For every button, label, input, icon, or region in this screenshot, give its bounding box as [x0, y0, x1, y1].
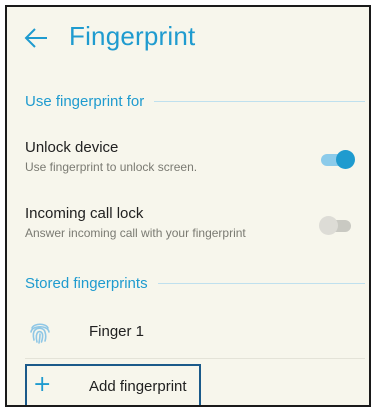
pref-unlock-device-subtitle: Use fingerprint to unlock screen. — [25, 160, 198, 174]
section-header-label: Stored fingerprints — [25, 275, 148, 292]
section-header-divider — [154, 101, 365, 102]
pref-unlock-device[interactable]: Unlock device Use fingerprint to unlock … — [25, 139, 365, 174]
back-arrow-icon[interactable] — [23, 25, 49, 51]
pref-incoming-call-lock[interactable]: Incoming call lock Answer incoming call … — [25, 205, 365, 240]
section-header-stored-fingerprints: Stored fingerprints — [25, 275, 365, 292]
toggle-thumb — [319, 216, 338, 235]
add-fingerprint-button[interactable]: + Add fingerprint — [25, 364, 201, 405]
row-divider — [25, 358, 365, 359]
section-header-divider — [157, 283, 365, 284]
pref-unlock-device-title: Unlock device — [25, 139, 119, 156]
page-title: Fingerprint — [69, 21, 196, 51]
fingerprint-item-finger-1[interactable]: Finger 1 — [7, 308, 369, 356]
plus-icon: + — [33, 372, 52, 397]
incoming-call-lock-toggle[interactable] — [319, 215, 357, 235]
add-fingerprint-label: Add fingerprint — [89, 378, 187, 395]
fingerprint-item-label: Finger 1 — [89, 323, 145, 340]
pref-incoming-call-lock-subtitle: Answer incoming call with your fingerpri… — [25, 226, 246, 240]
section-header-label: Use fingerprint for — [25, 93, 145, 110]
section-header-use-fingerprint-for: Use fingerprint for — [25, 93, 365, 110]
toggle-thumb — [336, 150, 355, 169]
fingerprint-icon — [29, 320, 51, 344]
fingerprint-settings-screen: Fingerprint Use fingerprint for Unlock d… — [5, 5, 371, 407]
pref-incoming-call-lock-title: Incoming call lock — [25, 205, 144, 222]
unlock-device-toggle[interactable] — [319, 149, 357, 169]
app-bar: Fingerprint — [7, 7, 369, 71]
